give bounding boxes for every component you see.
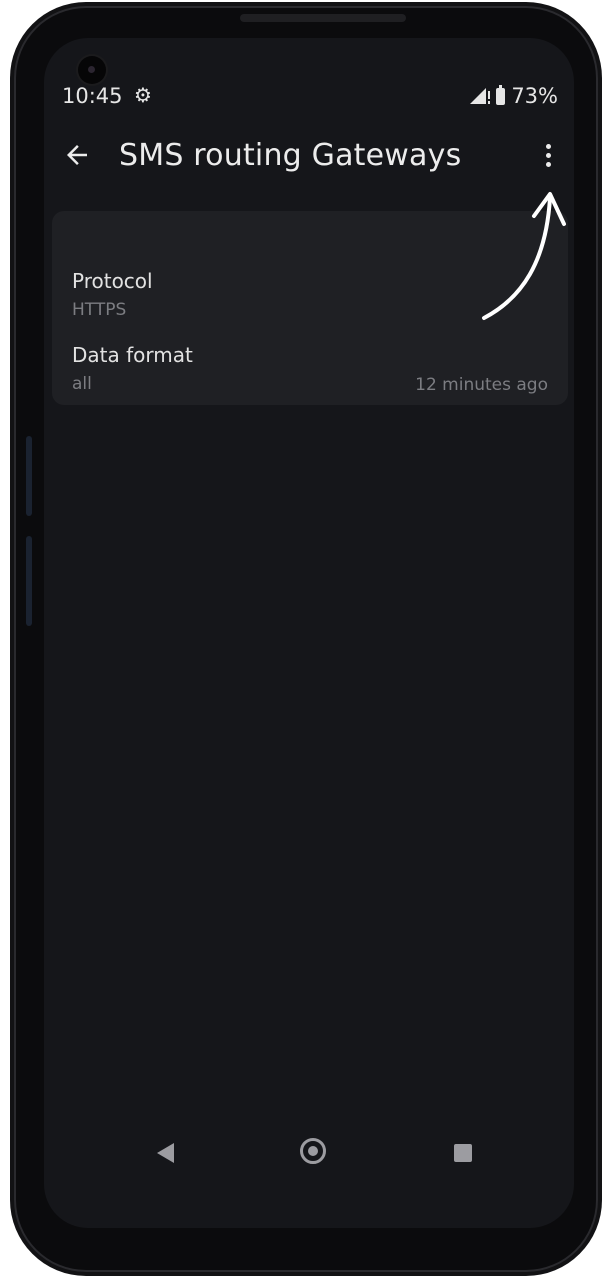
gear-icon: ⚙	[134, 83, 152, 107]
signal-icon	[470, 88, 491, 104]
data-format-label: Data format	[72, 343, 193, 367]
battery-percent: 73%	[511, 84, 558, 108]
nav-home-icon[interactable]	[300, 1138, 326, 1164]
protocol-label: Protocol	[72, 269, 153, 293]
battery-icon	[496, 84, 506, 105]
arrow-back-icon[interactable]	[62, 140, 92, 170]
nav-back-icon[interactable]	[156, 1142, 176, 1164]
status-icons: 73%	[468, 84, 558, 108]
side-button	[26, 536, 32, 626]
updated-timestamp: 12 minutes ago	[415, 375, 548, 395]
data-format-value: all	[72, 374, 92, 394]
front-camera	[78, 56, 106, 84]
protocol-value: HTTPS	[72, 300, 127, 320]
more-vert-icon[interactable]	[538, 144, 558, 172]
speaker-slot	[240, 14, 406, 22]
status-bar: 10:45 ⚙ 73%	[62, 83, 562, 114]
status-time: 10:45	[62, 84, 123, 108]
nav-recents-icon[interactable]	[454, 1144, 472, 1162]
annotation-arrow	[482, 192, 566, 320]
side-button	[26, 436, 32, 516]
page-title: SMS routing Gateways	[119, 138, 462, 173]
navigation-bar	[44, 1118, 574, 1188]
